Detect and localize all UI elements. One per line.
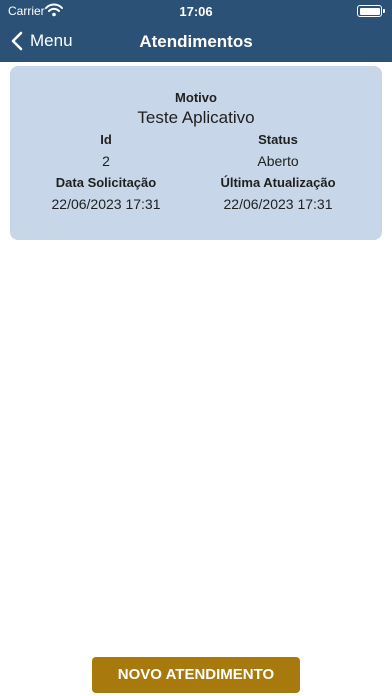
motivo-label: Motivo xyxy=(175,90,217,105)
status-label: Status xyxy=(258,132,298,147)
battery-icon xyxy=(357,5,385,17)
status-time: 17:06 xyxy=(179,4,213,19)
last-update-label: Última Atualização xyxy=(220,175,336,190)
status-bar: Carrier 17:06 xyxy=(0,0,392,22)
motivo-value: Teste Aplicativo xyxy=(137,108,255,127)
ticket-card[interactable]: Motivo Teste Aplicativo Id 2 Status Aber… xyxy=(10,66,382,240)
last-update-value: 22/06/2023 17:31 xyxy=(223,196,333,212)
status-value: Aberto xyxy=(257,153,299,169)
page-title: Atendimentos xyxy=(139,32,253,51)
navigation-bar: Menu Atendimentos xyxy=(0,22,392,62)
top-bar: Carrier 17:06 Menu Atendimentos xyxy=(0,0,392,62)
new-ticket-button[interactable]: NOVO ATENDIMENTO xyxy=(92,657,300,693)
